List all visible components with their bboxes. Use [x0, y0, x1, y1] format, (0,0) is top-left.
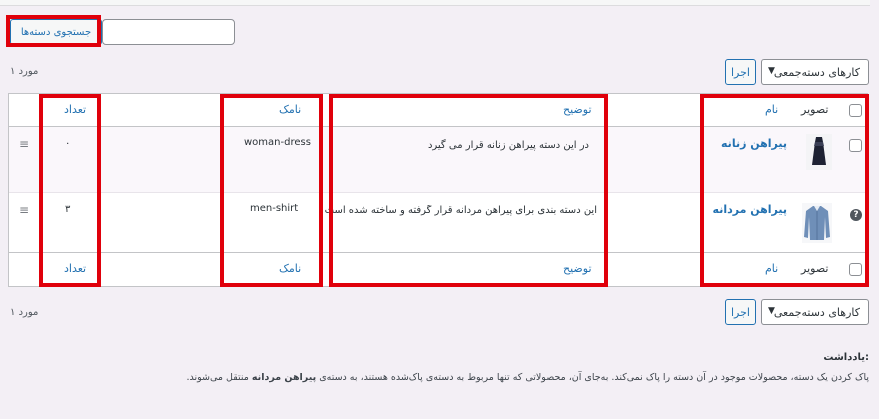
search-categories-button[interactable]: جستجوی دسته‌ها	[10, 19, 102, 45]
shirt-image	[802, 203, 832, 243]
select-all-checkbox[interactable]	[849, 104, 862, 117]
column-slug-footer[interactable]: نامک	[279, 262, 301, 275]
row-checkbox[interactable]	[849, 139, 862, 152]
dress-image	[806, 134, 832, 170]
table-row: پیراهن زنانه در این دسته پیراهن زنانه قر…	[9, 127, 867, 193]
table-row: ? پیراهن مردانه این دسته بندی برای پیراه…	[9, 193, 867, 253]
column-slug-header[interactable]: نامک	[279, 103, 301, 116]
column-description-footer[interactable]: توضیح	[563, 262, 592, 275]
top-divider	[0, 0, 870, 6]
drag-handle-icon[interactable]: ≡	[19, 137, 29, 151]
note-text-after: منتقل می‌شوند.	[186, 372, 249, 383]
column-image-header: تصویر	[801, 103, 829, 116]
note-text-before: پاک کردن یک دسته، محصولات موجود در آن دس…	[319, 372, 869, 383]
table-footer-row: تصویر نام توضیح نامک تعداد	[9, 253, 867, 287]
category-description: در این دسته پیراهن زنانه قرار می گیرد	[427, 140, 589, 151]
chevron-down-icon: ▼	[768, 66, 775, 76]
note-text: پاک کردن یک دسته، محصولات موجود در آن دس…	[186, 372, 869, 383]
note-title: یادداشت:	[823, 352, 869, 363]
column-name-footer[interactable]: نام	[765, 262, 778, 275]
category-count: ۰	[65, 138, 71, 149]
categories-table: تصویر نام توضیح نامک تعداد پیراهن زنانه …	[8, 93, 868, 287]
bulk-actions-label: کارهای دسته‌جمعی	[773, 305, 860, 319]
bulk-actions-label: کارهای دسته‌جمعی	[773, 65, 860, 79]
items-count-top: ۱ مورد	[10, 66, 39, 77]
help-icon[interactable]: ?	[850, 209, 862, 221]
category-count: ۳	[65, 204, 71, 215]
bulk-actions-select-bottom[interactable]: ▼ کارهای دسته‌جمعی	[761, 299, 869, 325]
category-description: این دسته بندی برای پیراهن مردانه قرار گر…	[324, 205, 597, 216]
apply-button-top[interactable]: اجرا	[725, 59, 756, 85]
column-count-footer[interactable]: تعداد	[64, 262, 86, 275]
apply-button-bottom[interactable]: اجرا	[725, 299, 756, 325]
select-all-checkbox-footer[interactable]	[849, 263, 862, 276]
search-input[interactable]	[102, 19, 235, 45]
chevron-down-icon: ▼	[768, 306, 775, 316]
bulk-actions-select-top[interactable]: ▼ کارهای دسته‌جمعی	[761, 59, 869, 85]
drag-handle-icon[interactable]: ≡	[19, 203, 29, 217]
column-description-header[interactable]: توضیح	[563, 103, 592, 116]
column-name-header[interactable]: نام	[765, 103, 778, 116]
default-category-name: پیراهن مردانه	[251, 372, 317, 383]
category-slug: woman-dress	[244, 137, 311, 148]
category-slug: men-shirt	[250, 203, 299, 214]
column-count-header[interactable]: تعداد	[64, 103, 86, 116]
table-header-row: تصویر نام توضیح نامک تعداد	[9, 94, 867, 127]
items-count-bottom: ۱ مورد	[10, 307, 39, 318]
column-image-footer: تصویر	[801, 262, 829, 275]
category-name-link[interactable]: پیراهن مردانه	[713, 203, 787, 216]
category-name-link[interactable]: پیراهن زنانه	[721, 137, 787, 150]
